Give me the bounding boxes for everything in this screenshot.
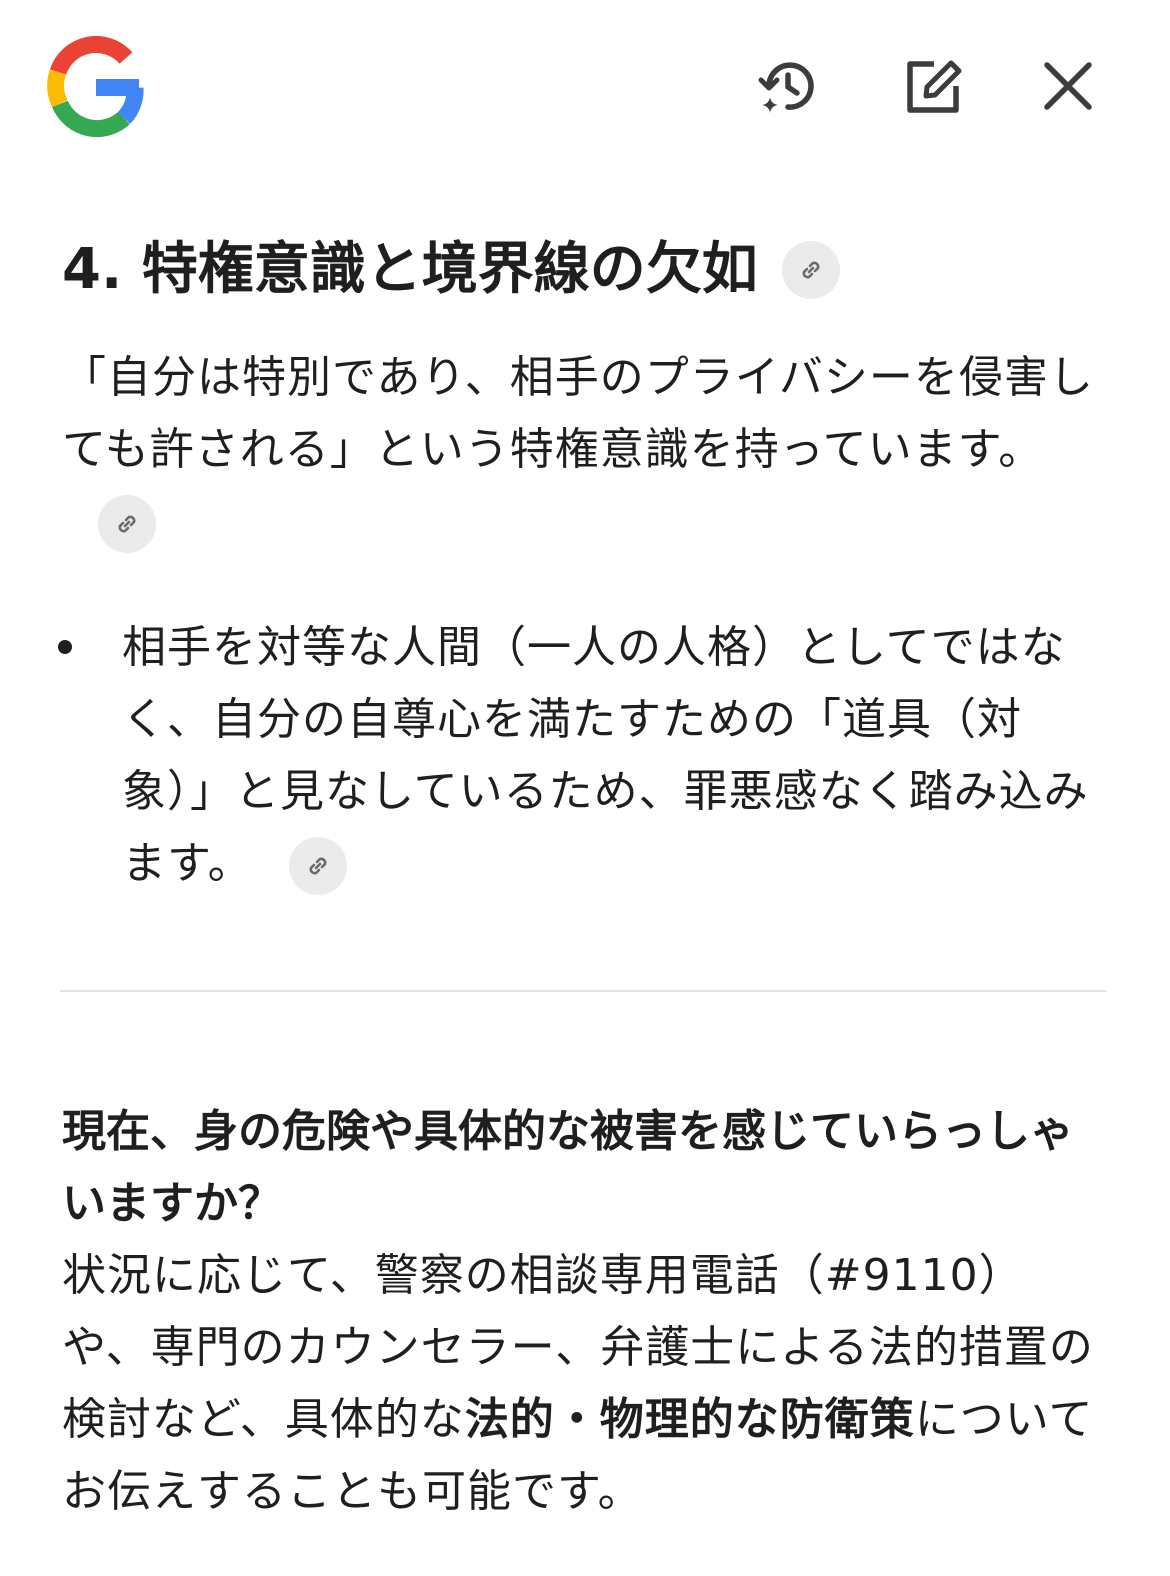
history-sparkle-icon[interactable] <box>752 50 824 122</box>
top-bar <box>0 0 1170 170</box>
google-g-icon <box>44 36 146 138</box>
source-link-chip[interactable] <box>288 837 347 895</box>
bullet-list: 相手を対等な人間（一人の人格）としてではなく、自分の自尊心を満たすための「道具（… <box>58 612 1108 900</box>
edit-icon[interactable] <box>896 50 968 122</box>
list-item-text: 相手を対等な人間（一人の人格）としてではなく、自分の自尊心を満たすための「道具（… <box>122 622 1089 889</box>
section-paragraph: 「自分は特別であり、相手のプライバシーを侵害しても許される」という特権意識を持っ… <box>62 342 1108 558</box>
link-icon <box>802 261 820 279</box>
followup-answer: 状況に応じて、警察の相談専用電話（#9110）や、専門のカウンセラー、弁護士によ… <box>62 1240 1108 1528</box>
followup-section: 現在、身の危険や具体的な被害を感じていらっしゃいますか？ 状況に応じて、警察の相… <box>62 1096 1108 1528</box>
list-item: 相手を対等な人間（一人の人格）としてではなく、自分の自尊心を満たすための「道具（… <box>58 612 1108 900</box>
response-section: 4. 特権意識と境界線の欠如 「自分は特別であり、相手のプライバシーを侵害しても… <box>58 228 1108 900</box>
section-heading: 4. 特権意識と境界線の欠如 <box>62 228 1108 312</box>
close-icon[interactable] <box>1032 50 1104 122</box>
link-icon <box>309 857 327 875</box>
section-paragraph-text: 「自分は特別であり、相手のプライバシーを侵害しても許される」という特権意識を持っ… <box>62 352 1094 475</box>
section-divider <box>60 990 1106 992</box>
link-icon <box>118 515 136 533</box>
followup-answer-bold: 法的・物理的な防衛策 <box>464 1394 915 1445</box>
section-heading-text: 4. 特権意識と境界線の欠如 <box>62 237 758 302</box>
followup-question: 現在、身の危険や具体的な被害を感じていらっしゃいますか？ <box>62 1106 1074 1229</box>
source-link-chip[interactable] <box>781 241 840 299</box>
bullet-dot <box>58 640 72 654</box>
source-link-chip[interactable] <box>98 495 156 553</box>
